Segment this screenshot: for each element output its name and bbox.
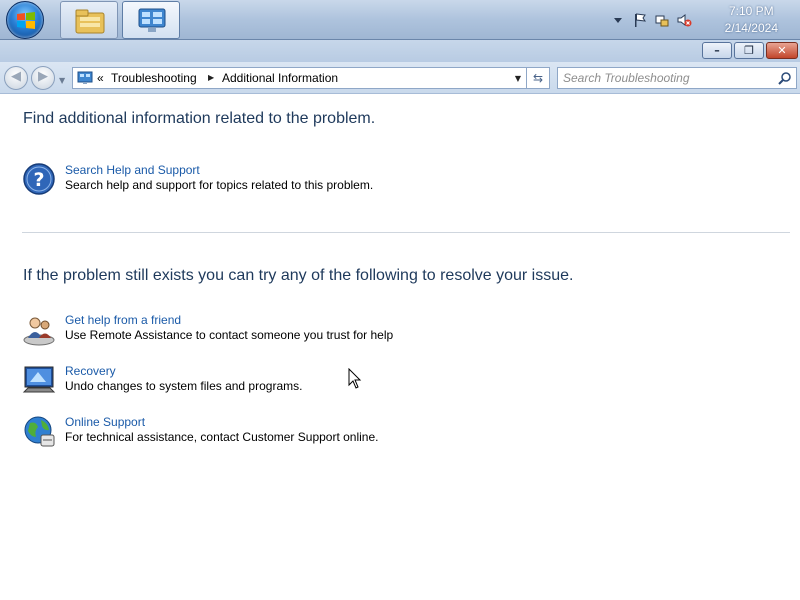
window-caption-bar: – ❐ ✕	[0, 40, 800, 62]
breadcrumb-separator-icon[interactable]: ▶	[208, 73, 214, 82]
clock-date: 2/14/2024	[724, 21, 778, 35]
mouse-cursor-icon	[348, 368, 362, 389]
refresh-button[interactable]: ⇆	[527, 67, 550, 89]
svg-text:?: ?	[33, 169, 44, 191]
breadcrumb-troubleshooting[interactable]: Troubleshooting	[111, 71, 197, 85]
divider	[22, 232, 790, 233]
explorer-folder-icon	[75, 9, 105, 34]
maximize-button[interactable]: ❐	[734, 42, 764, 59]
close-icon: ✕	[777, 44, 787, 57]
navigation-bar: ◀ ▶ ▼ « Troubleshooting ▶ Additional Inf…	[0, 62, 800, 94]
volume-muted-icon[interactable]	[676, 12, 692, 28]
get-help-friend-link[interactable]: Get help from a friend	[65, 313, 181, 327]
back-button[interactable]: ◀	[4, 66, 28, 90]
back-arrow-icon: ◀	[11, 69, 21, 84]
forward-arrow-icon: ▶	[38, 69, 48, 84]
taskbar-explorer-button[interactable]	[60, 1, 118, 39]
clock-time: 7:10 PM	[728, 4, 774, 18]
search-help-description: Search help and support for topics relat…	[65, 178, 374, 192]
recovery-description: Undo changes to system files and program…	[65, 379, 303, 393]
search-box[interactable]: Search Troubleshooting	[557, 67, 797, 89]
list-item-search-help[interactable]: ? Search Help and Support Search help an…	[22, 163, 582, 199]
search-help-link[interactable]: Search Help and Support	[65, 163, 200, 177]
action-center-flag-icon[interactable]	[632, 12, 648, 28]
refresh-icon: ⇆	[532, 71, 544, 85]
section-heading-additional-info: Find additional information related to t…	[23, 110, 376, 127]
help-question-icon: ?	[23, 163, 55, 195]
search-icon[interactable]	[778, 71, 792, 85]
show-hidden-icons-arrow[interactable]	[610, 12, 626, 28]
search-input[interactable]: Search Troubleshooting	[563, 71, 690, 85]
forward-button[interactable]: ▶	[31, 66, 55, 90]
control-panel-icon	[138, 8, 166, 32]
content-pane: Find additional information related to t…	[0, 95, 800, 600]
control-panel-small-icon	[77, 71, 93, 84]
recovery-icon	[22, 366, 56, 393]
close-button[interactable]: ✕	[766, 42, 798, 59]
taskbar-control-panel-button[interactable]	[122, 1, 180, 39]
remote-assistance-icon	[23, 317, 55, 346]
address-bar[interactable]: « Troubleshooting ▶ Additional Informati…	[72, 67, 527, 89]
section-heading-resolve-issue: If the problem still exists you can try …	[23, 267, 574, 284]
online-support-description: For technical assistance, contact Custom…	[65, 430, 379, 444]
address-overflow-icon[interactable]: «	[97, 71, 104, 85]
breadcrumb-additional-information[interactable]: Additional Information	[222, 71, 338, 85]
list-item-recovery[interactable]: Recovery Undo changes to system files an…	[22, 364, 582, 400]
address-dropdown-icon[interactable]: ▼	[515, 74, 521, 83]
start-button[interactable]	[6, 1, 44, 39]
network-icon[interactable]	[654, 12, 670, 28]
online-support-globe-icon	[24, 416, 55, 447]
restore-icon: ❐	[744, 44, 754, 57]
recovery-link[interactable]: Recovery	[65, 364, 116, 378]
list-item-online-support[interactable]: Online Support For technical assistance,…	[22, 415, 582, 451]
minimize-icon: –	[714, 44, 720, 57]
get-help-friend-description: Use Remote Assistance to contact someone…	[65, 328, 394, 342]
windows-logo-icon	[17, 12, 35, 29]
recent-pages-dropdown-icon[interactable]: ▼	[59, 76, 65, 85]
list-item-get-help-friend[interactable]: Get help from a friend Use Remote Assist…	[22, 313, 582, 349]
clock[interactable]: 7:10 PM 2/14/2024	[725, 3, 778, 37]
online-support-link[interactable]: Online Support	[65, 415, 145, 429]
system-tray: 7:10 PM 2/14/2024	[610, 0, 800, 40]
minimize-button[interactable]: –	[702, 42, 732, 59]
taskbar: 7:10 PM 2/14/2024	[0, 0, 800, 40]
